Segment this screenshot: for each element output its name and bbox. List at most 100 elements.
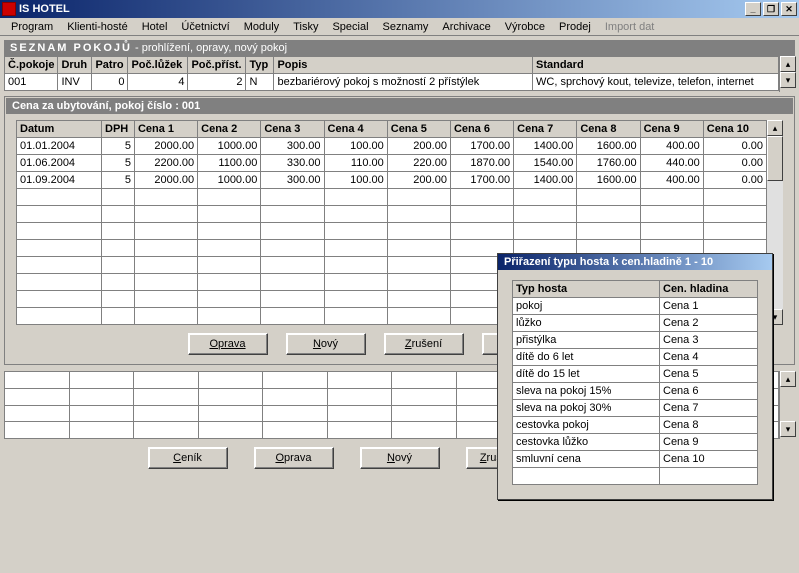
popup-assign[interactable]: Přiřazení typu hosta k cen.hladině 1 - 1… [497,253,773,500]
popup-row[interactable]: cestovka pokojCena 8 [513,417,758,434]
popup-row[interactable]: dítě do 6 letCena 4 [513,349,758,366]
col-druh[interactable]: Druh [58,57,92,74]
price-cell: 0.00 [703,172,766,189]
price-col-5[interactable]: Cena 4 [324,121,387,138]
price-cell: 440.00 [640,155,703,172]
novy-button[interactable]: Nový [286,333,366,355]
rooms-scrollbar[interactable]: ▴ ▾ [779,56,795,92]
price-cell: 110.00 [324,155,387,172]
bottom-scrollbar[interactable]: ▴ ▾ [779,371,795,439]
popup-cell-cena: Cena 10 [660,451,758,468]
price-col-1[interactable]: DPH [102,121,135,138]
window-titlebar: IS HOTEL _ ❐ ✕ [0,0,799,18]
scroll-up-icon[interactable]: ▴ [780,56,796,72]
col-standard[interactable]: Standard [533,57,779,74]
scroll-thumb[interactable] [767,136,783,181]
price-row[interactable]: 01.09.200452000.001000.00300.00100.00200… [17,172,767,189]
price-cell: 1100.00 [198,155,261,172]
scroll-up-icon[interactable]: ▴ [767,120,783,136]
maximize-button[interactable]: ❐ [763,2,779,16]
price-cell: 0.00 [703,155,766,172]
novy2-button[interactable]: Nový [360,447,440,469]
menu-seznamy[interactable]: Seznamy [376,20,436,34]
popup-cell-typ: přistýlka [513,332,660,349]
rooms-table[interactable]: Č.pokoje Druh Patro Poč.lůžek Poč.příst.… [4,56,779,91]
popup-row[interactable]: pokojCena 1 [513,298,758,315]
price-cell: 100.00 [324,138,387,155]
price-col-3[interactable]: Cena 2 [198,121,261,138]
section-header-bold: SEZNAM POKOJŮ [10,42,132,54]
price-cell: 400.00 [640,172,703,189]
scroll-down-icon[interactable]: ▾ [780,421,796,437]
rooms-row[interactable]: 001 INV 0 4 2 N bezbariérový pokoj s mož… [5,74,779,91]
prices-header-row: DatumDPHCena 1Cena 2Cena 3Cena 4Cena 5Ce… [17,121,767,138]
oprava-button[interactable]: Oprava [188,333,268,355]
price-col-7[interactable]: Cena 6 [450,121,513,138]
price-col-9[interactable]: Cena 8 [577,121,640,138]
oprava2-button[interactable]: Oprava [254,447,334,469]
price-col-2[interactable]: Cena 1 [134,121,197,138]
popup-table[interactable]: Typ hosta Cen. hladina pokojCena 1lůžkoC… [512,280,758,485]
col-typ[interactable]: Typ [246,57,274,74]
popup-col-typ[interactable]: Typ hosta [513,281,660,298]
menu-archivace[interactable]: Archivace [435,20,497,34]
price-col-8[interactable]: Cena 7 [514,121,577,138]
price-col-11[interactable]: Cena 10 [703,121,766,138]
popup-title: Přiřazení typu hosta k cen.hladině 1 - 1… [498,254,772,270]
minimize-button[interactable]: _ [745,2,761,16]
col-prist[interactable]: Poč.příst. [188,57,246,74]
menu-klienti[interactable]: Klienti-hosté [60,20,135,34]
popup-cell-typ: dítě do 15 let [513,366,660,383]
cenik-button[interactable]: Ceník [148,447,228,469]
popup-row[interactable]: dítě do 15 letCena 5 [513,366,758,383]
price-row-empty [17,189,767,206]
popup-row[interactable]: sleva na pokoj 30%Cena 7 [513,400,758,417]
price-col-6[interactable]: Cena 5 [387,121,450,138]
price-cell: 1870.00 [450,155,513,172]
col-popis[interactable]: Popis [274,57,533,74]
price-cell: 1400.00 [514,138,577,155]
menu-prodej[interactable]: Prodej [552,20,598,34]
scroll-up-icon[interactable]: ▴ [780,371,796,387]
popup-row[interactable]: přistýlkaCena 3 [513,332,758,349]
popup-cell-cena: Cena 2 [660,315,758,332]
col-luzek[interactable]: Poč.lůžek [128,57,188,74]
price-cell: 01.06.2004 [17,155,102,172]
price-cell: 1400.00 [514,172,577,189]
menu-moduly[interactable]: Moduly [237,20,286,34]
price-cell: 200.00 [387,172,450,189]
price-row[interactable]: 01.06.200452200.001100.00330.00110.00220… [17,155,767,172]
price-row-empty [17,206,767,223]
popup-cell-typ: cestovka pokoj [513,417,660,434]
price-row[interactable]: 01.01.200452000.001000.00300.00100.00200… [17,138,767,155]
close-button[interactable]: ✕ [781,2,797,16]
menu-program[interactable]: Program [4,20,60,34]
menu-tisky[interactable]: Tisky [286,20,325,34]
price-col-0[interactable]: Datum [17,121,102,138]
popup-cell-typ: dítě do 6 let [513,349,660,366]
scroll-down-icon[interactable]: ▾ [780,72,796,88]
price-cell: 2200.00 [134,155,197,172]
menu-ucetnictvi[interactable]: Účetnictví [174,20,236,34]
popup-row[interactable]: sleva na pokoj 15%Cena 6 [513,383,758,400]
price-cell: 1700.00 [450,138,513,155]
cell-cpokoje: 001 [5,74,58,91]
col-cpokoje[interactable]: Č.pokoje [5,57,58,74]
popup-col-cena[interactable]: Cen. hladina [660,281,758,298]
menu-import-disabled: Import dat [598,20,662,34]
popup-row[interactable]: smluvní cenaCena 10 [513,451,758,468]
price-cell: 300.00 [261,172,324,189]
menu-hotel[interactable]: Hotel [135,20,175,34]
price-col-4[interactable]: Cena 3 [261,121,324,138]
popup-row[interactable]: lůžkoCena 2 [513,315,758,332]
menu-special[interactable]: Special [325,20,375,34]
rooms-header-row: Č.pokoje Druh Patro Poč.lůžek Poč.příst.… [5,57,779,74]
price-col-10[interactable]: Cena 9 [640,121,703,138]
popup-row[interactable]: cestovka lůžkoCena 9 [513,434,758,451]
popup-header-row: Typ hosta Cen. hladina [513,281,758,298]
col-patro[interactable]: Patro [92,57,128,74]
menu-vyrobce[interactable]: Výrobce [498,20,552,34]
zruseni-button[interactable]: Zrušení [384,333,464,355]
price-cell: 2000.00 [134,138,197,155]
price-cell: 100.00 [324,172,387,189]
